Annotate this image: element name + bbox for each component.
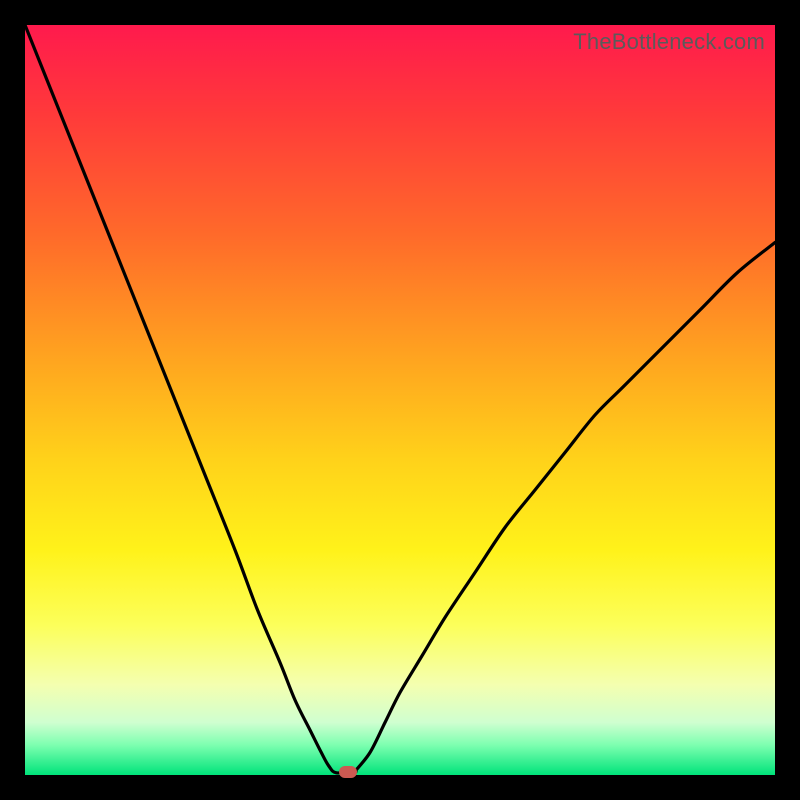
plot-area: TheBottleneck.com [25,25,775,775]
optimal-point-marker [339,766,357,778]
chart-frame: TheBottleneck.com [0,0,800,800]
curve-path [25,25,775,773]
bottleneck-curve [25,25,775,775]
